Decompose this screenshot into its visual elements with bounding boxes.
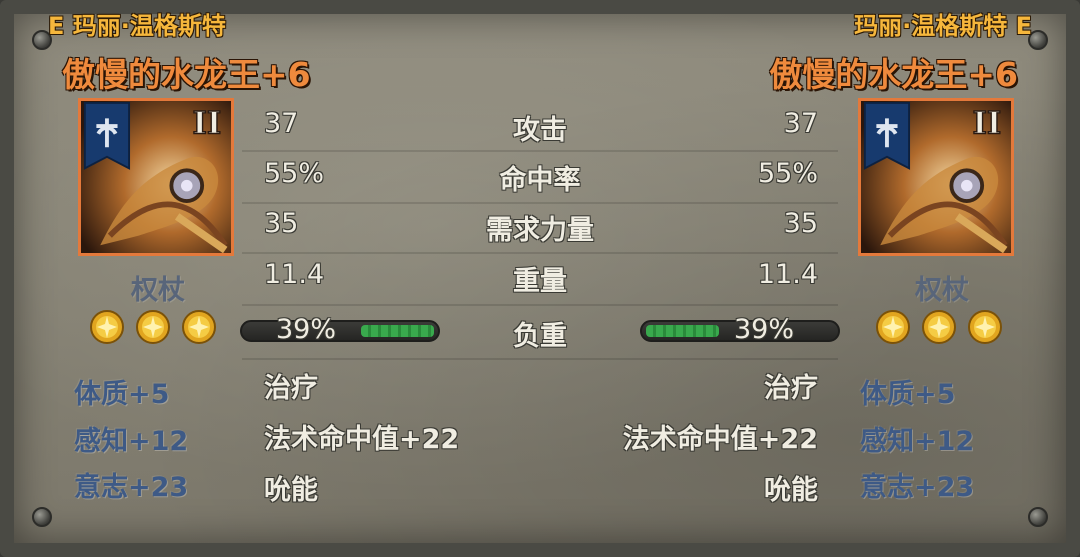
right-attribute-2: 感知+12 (860, 426, 975, 457)
right-effect-2: 法术命中值+22 (622, 424, 818, 455)
right-item-name: 傲慢的水龙王+6 (769, 55, 1018, 94)
gold-star-gem-icon (90, 310, 124, 344)
right-attribute-1: 体质+5 (860, 379, 956, 410)
corner-bolt-icon (32, 507, 52, 527)
left-gem-slots (90, 310, 216, 344)
right-str-req-value: 35 (783, 208, 818, 239)
left-attack-value: 37 (264, 108, 299, 139)
right-effect-1: 治疗 (764, 373, 818, 404)
durability-label: 负重 (513, 321, 567, 352)
right-owner-name: 玛丽·温格斯特 E (854, 12, 1032, 40)
row-divider (242, 150, 838, 152)
right-item-type: 权杖 (915, 275, 969, 306)
right-weight-value: 11.4 (757, 259, 818, 290)
left-str-req-value: 35 (264, 208, 299, 239)
left-attribute-3: 意志+23 (74, 472, 189, 503)
left-effect-2: 法术命中值+22 (264, 424, 460, 455)
attack-label: 攻击 (513, 115, 567, 146)
left-weight-value: 11.4 (264, 259, 325, 290)
right-attack-value: 37 (783, 108, 818, 139)
right-durability-fill (646, 325, 719, 337)
right-attribute-3: 意志+23 (860, 472, 975, 503)
gold-star-gem-icon (876, 310, 910, 344)
right-hit-rate-value: 55% (757, 158, 818, 189)
left-item-name: 傲慢的水龙王+6 (62, 55, 311, 94)
left-effect-3: 吮能 (264, 475, 318, 506)
gold-star-gem-icon (922, 310, 956, 344)
right-item-icon[interactable]: II (858, 98, 1014, 256)
tier-label: II (973, 106, 1002, 142)
gold-star-gem-icon (136, 310, 170, 344)
row-divider (242, 358, 838, 360)
left-durability-fill (361, 325, 434, 337)
gold-star-gem-icon (968, 310, 1002, 344)
left-attribute-1: 体质+5 (74, 379, 170, 410)
row-divider (242, 202, 838, 204)
corner-bolt-icon (1028, 507, 1048, 527)
left-owner-name: E 玛丽·温格斯特 (48, 12, 226, 40)
gold-star-gem-icon (182, 310, 216, 344)
right-effect-3: 吮能 (764, 475, 818, 506)
left-attribute-2: 感知+12 (74, 426, 189, 457)
scepter-icon: II (81, 101, 231, 253)
scepter-icon: II (861, 101, 1011, 253)
row-divider (242, 304, 838, 306)
left-durability-text: 39% (276, 314, 337, 345)
left-hit-rate-value: 55% (264, 158, 325, 189)
right-durability-text: 39% (734, 314, 795, 345)
left-item-type: 权杖 (131, 275, 185, 306)
tier-label: II (193, 106, 222, 142)
hit-rate-label: 命中率 (499, 165, 581, 196)
weight-label: 重量 (513, 266, 567, 297)
str-req-label: 需求力量 (486, 215, 594, 246)
right-gem-slots (876, 310, 1002, 344)
left-effect-1: 治疗 (264, 373, 318, 404)
left-durability-bar (240, 320, 440, 342)
row-divider (242, 252, 838, 254)
left-item-icon[interactable]: II (78, 98, 234, 256)
